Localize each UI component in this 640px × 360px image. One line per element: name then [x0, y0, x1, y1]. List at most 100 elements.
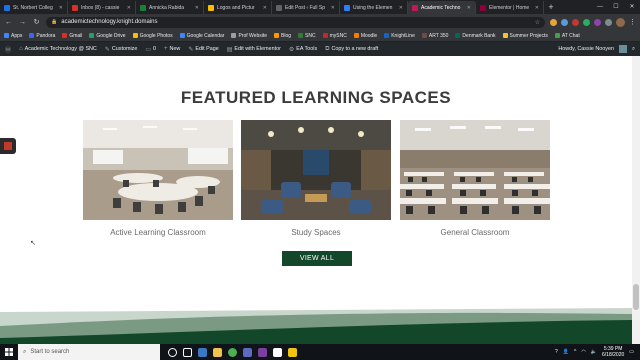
wp-new-link[interactable]: + New — [164, 46, 180, 52]
space-card-general[interactable]: General Classroom — [400, 120, 550, 237]
browser-tab[interactable]: Logos and Pictur ✕ — [204, 1, 272, 14]
edge-icon[interactable] — [198, 347, 207, 357]
profile-avatar[interactable] — [616, 17, 625, 27]
bookmark-item[interactable]: ART 350 — [421, 33, 448, 39]
people-icon[interactable]: 👤 — [563, 349, 569, 355]
space-card-active-learning[interactable]: Active Learning Classroom — [83, 120, 233, 237]
extension-icon[interactable] — [605, 18, 612, 26]
bookmark-favicon-icon — [132, 33, 138, 38]
chrome-icon[interactable] — [228, 347, 237, 357]
windows-start-icon[interactable] — [0, 344, 18, 360]
tab-close-icon[interactable]: ✕ — [59, 5, 63, 11]
bookmark-item[interactable]: SNC — [298, 33, 316, 39]
wp-customize-link[interactable]: ✎ Customize — [105, 46, 138, 53]
wp-comments-link[interactable]: ▭ 0 — [145, 46, 156, 53]
tab-close-icon[interactable]: ✕ — [263, 5, 267, 11]
bookmark-item[interactable]: KnightLine — [384, 33, 415, 39]
volume-icon[interactable]: 🔈 — [591, 349, 597, 355]
new-tab-button[interactable]: + — [544, 1, 558, 14]
bookmark-item[interactable]: Moodle — [353, 33, 377, 39]
tab-close-icon[interactable]: ✕ — [467, 5, 471, 11]
notepad-icon[interactable] — [273, 347, 282, 357]
bookmark-item[interactable]: Apps — [4, 33, 22, 39]
extension-icon[interactable] — [572, 18, 579, 26]
wp-elementor-link[interactable]: ▤ Edit with Elementor — [227, 46, 281, 53]
address-field[interactable]: 🔒 academictechnology.knight.domains ☆ — [46, 16, 545, 28]
browser-tab[interactable]: Elementor | Home ✕ — [476, 1, 544, 14]
tab-close-icon[interactable]: ✕ — [195, 5, 199, 11]
bookmark-item[interactable]: Denmark Bank — [455, 32, 496, 39]
browser-tab-strip: St. Norbert Colleg ✕ Inbox (8) - cassie ✕ An… — [0, 0, 640, 14]
elementor-side-toggle[interactable] — [0, 138, 16, 154]
space-card-study[interactable]: Study Spaces — [241, 120, 391, 237]
extension-icon[interactable] — [594, 18, 601, 26]
bookmark-item[interactable]: Google Calendar — [179, 33, 224, 39]
bookmark-star-icon[interactable]: ☆ — [535, 19, 540, 26]
tab-title: Using the Elemen — [353, 4, 393, 11]
back-icon[interactable]: ← — [4, 19, 13, 26]
help-icon[interactable]: ? — [555, 349, 558, 355]
bookmark-item[interactable]: AT Chat — [554, 33, 580, 39]
bookmark-item[interactable]: Google Drive — [89, 32, 126, 39]
wp-logo-icon[interactable]: Ⓦ — [5, 45, 11, 54]
wp-ea-tools-link[interactable]: ⚙ EA Tools — [289, 46, 317, 53]
bookmark-favicon-icon — [298, 33, 304, 38]
tab-close-icon[interactable]: ✕ — [535, 5, 539, 11]
taskbar-search[interactable]: ⌕ Start to search — [18, 344, 160, 360]
extension-icon[interactable] — [583, 18, 590, 26]
address-text[interactable]: academictechnology.knight.domains — [61, 19, 530, 25]
view-all-button[interactable]: VIEW ALL — [282, 251, 352, 266]
scrollbar-thumb[interactable] — [633, 284, 639, 310]
notifications-icon[interactable]: ▭ — [629, 349, 634, 355]
bookmark-item[interactable]: Pandora — [29, 33, 55, 39]
browser-tab[interactable]: Annicka Rabida ✕ — [136, 1, 204, 14]
maximize-button[interactable]: ☐ — [608, 0, 624, 14]
bookmark-favicon-icon — [353, 33, 359, 38]
lock-icon: 🔒 — [51, 19, 58, 25]
page-scrollbar[interactable] — [632, 56, 640, 344]
bookmark-label: Denmark Bank — [462, 32, 496, 39]
menu-kebab-icon[interactable]: ⋮ — [629, 18, 636, 26]
browser-tab[interactable]: Using the Elemen ✕ — [340, 1, 408, 14]
extension-icon[interactable] — [561, 18, 568, 26]
search-icon[interactable]: ⌕ — [632, 46, 635, 53]
visual-studio-icon[interactable] — [243, 347, 252, 357]
wp-account[interactable]: Howdy, Cassie Nooyen ⌕ — [558, 45, 635, 53]
tab-close-icon[interactable]: ✕ — [127, 5, 131, 11]
browser-tab[interactable]: St. Norbert Colleg ✕ — [0, 1, 68, 14]
sticky-notes-icon[interactable] — [288, 347, 297, 357]
file-explorer-icon[interactable] — [213, 347, 222, 357]
close-window-button[interactable]: ✕ — [624, 0, 640, 14]
wifi-icon[interactable]: ◠ — [581, 349, 585, 355]
bookmark-item[interactable]: Blog — [274, 33, 291, 39]
cortana-icon[interactable] — [168, 347, 177, 357]
wp-edit-page-link[interactable]: ✎ Edit Page — [188, 46, 218, 53]
browser-tab[interactable]: Edit Post ‹ Full Sp ✕ — [272, 1, 340, 14]
bookmark-item[interactable]: Prof Website — [231, 33, 267, 39]
taskbar-clock[interactable]: 5:39 PM 6/18/2020 — [602, 346, 624, 358]
browser-tab[interactable]: Inbox (8) - cassie ✕ — [68, 1, 136, 14]
bookmark-label: Google Drive — [96, 32, 126, 39]
wp-site-link[interactable]: ⌂ Academic Technology @ SNC — [19, 46, 97, 52]
bookmark-label: KnightLine — [391, 32, 415, 39]
wp-copy-draft-link[interactable]: ⧉ Copy to a new draft — [325, 46, 378, 53]
search-icon: ⌕ — [23, 348, 27, 355]
extension-icon[interactable] — [550, 18, 557, 26]
taskbar-search-placeholder: Start to search — [30, 349, 70, 355]
tab-close-icon[interactable]: ✕ — [331, 5, 335, 11]
bookmark-item[interactable]: Google Photos — [132, 33, 173, 39]
reload-icon[interactable]: ↻ — [32, 18, 41, 26]
tab-close-icon[interactable]: ✕ — [399, 5, 403, 11]
minimize-button[interactable]: — — [592, 0, 608, 14]
bookmark-item[interactable]: Summer Projects — [502, 33, 548, 39]
forward-icon[interactable]: → — [18, 19, 27, 26]
chevron-up-icon[interactable]: ^ — [574, 349, 576, 355]
bookmark-label: Apps — [11, 32, 23, 39]
wp-new-label: New — [169, 46, 181, 52]
app-icon[interactable] — [258, 347, 267, 357]
bookmark-item[interactable]: Gmail — [62, 33, 82, 39]
wp-elementor-label: Edit with Elementor — [234, 46, 281, 52]
browser-tab[interactable]: Academic Techno ✕ — [408, 1, 476, 14]
task-view-icon[interactable] — [183, 347, 192, 357]
bookmark-item[interactable]: mySNC — [322, 33, 347, 39]
